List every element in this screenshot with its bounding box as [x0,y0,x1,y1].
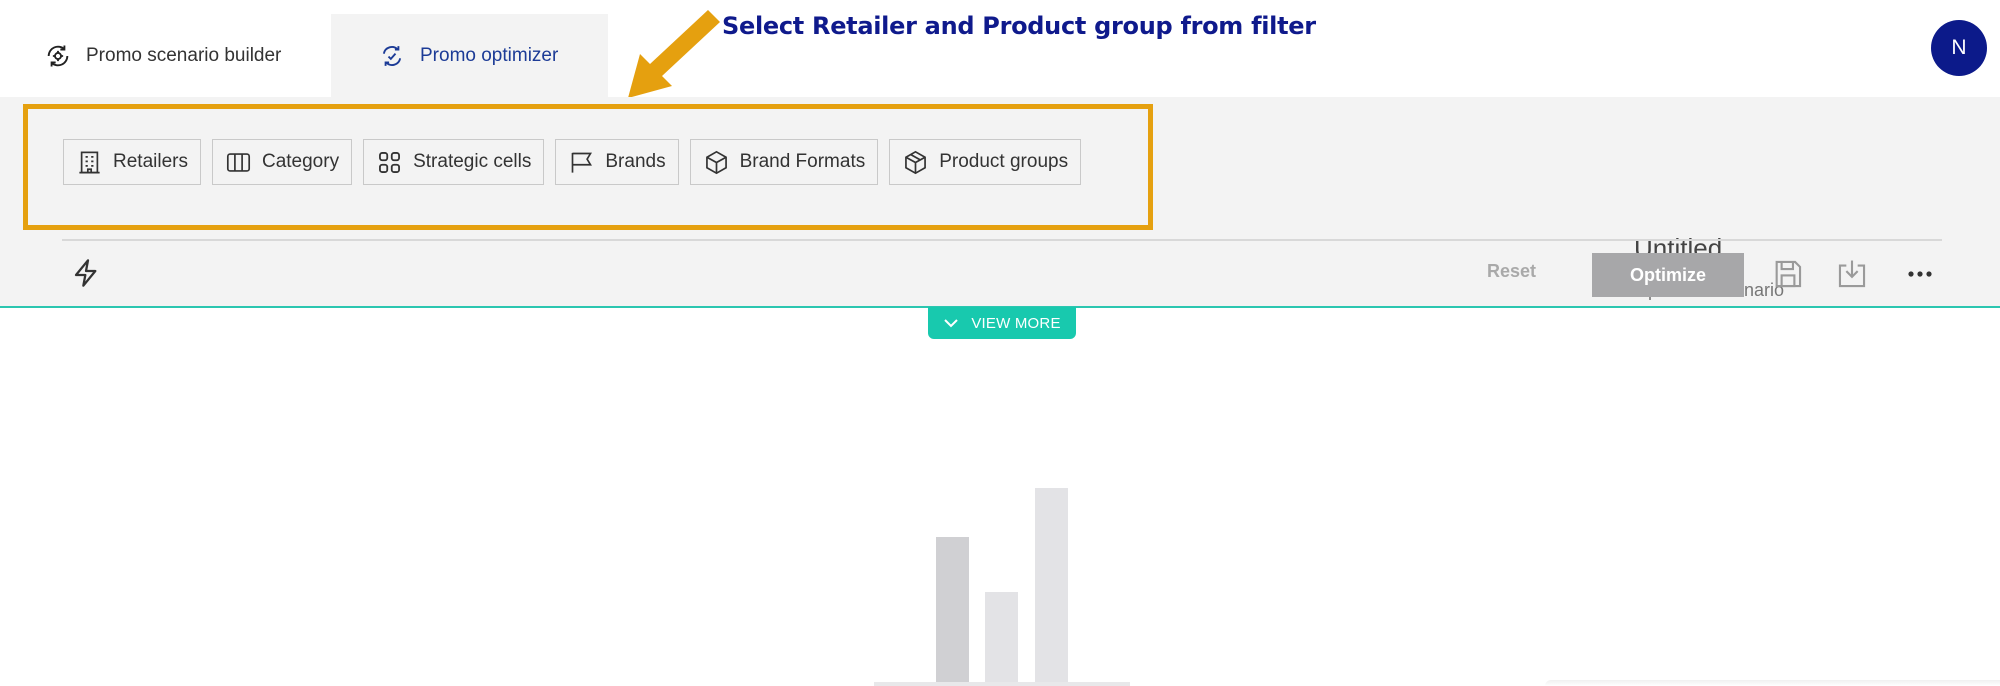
filter-product-groups[interactable]: Product groups [889,139,1082,185]
box-icon [705,150,727,174]
filter-bar: Retailers Category Strategic cells Brand… [63,139,1082,185]
optimizer-cycle-icon [382,45,402,66]
filter-label: Retailers [113,151,188,172]
optimize-button[interactable]: Optimize [1592,253,1744,297]
filter-category[interactable]: Category [211,139,353,185]
filter-brands[interactable]: Brands [555,139,679,185]
filter-label: Strategic cells [413,151,532,172]
empty-state-chart-icon [874,488,1130,686]
annotation-callout: Select Retailer and Product group from f… [722,12,1316,40]
columns-icon [226,152,251,172]
chevron-down-icon [944,319,959,328]
filter-label: Brands [605,151,666,172]
box-icon [905,150,927,174]
bottom-panel-edge [1545,680,2000,686]
filter-label: Brand Formats [739,151,866,172]
reset-button[interactable]: Reset [1487,261,1536,282]
building-icon [79,151,100,173]
lightning-icon[interactable] [70,257,102,289]
save-icon[interactable] [1771,257,1805,291]
tab-label: Promo optimizer [420,44,559,66]
filter-label: Product groups [939,151,1069,172]
grid-icon [379,151,401,173]
more-options-icon[interactable] [1903,257,1937,291]
filter-brand-formats[interactable]: Brand Formats [689,139,879,185]
filter-retailers[interactable]: Retailers [63,139,201,185]
filter-label: Category [261,151,340,172]
user-avatar[interactable]: N [1931,20,1987,76]
tab-label: Promo scenario builder [86,44,282,66]
tab-promo-scenario-builder[interactable]: Promo scenario builder [44,14,281,97]
divider [62,239,1942,241]
download-icon[interactable] [1835,257,1869,291]
gear-cycle-icon [47,45,69,66]
scenario-header-panel: Retailers Category Strategic cells Brand… [0,97,2000,308]
top-tab-bar: Promo scenario builder Promo optimizer S… [0,0,2000,98]
view-more-label: VIEW MORE [971,314,1061,332]
annotation-arrow-icon [628,10,720,98]
flag-icon [572,152,593,173]
view-more-button[interactable]: VIEW MORE [928,307,1076,339]
tab-promo-optimizer[interactable]: Promo optimizer [331,14,608,97]
filter-strategic-cells[interactable]: Strategic cells [363,139,545,185]
